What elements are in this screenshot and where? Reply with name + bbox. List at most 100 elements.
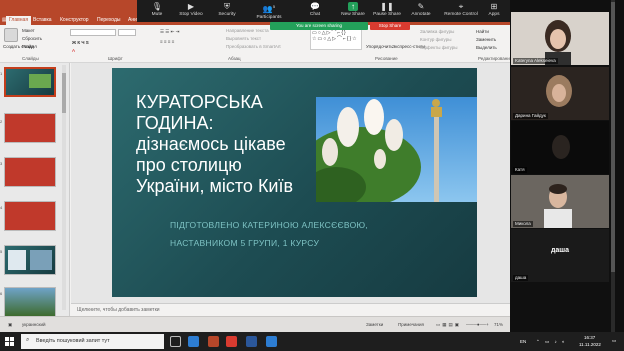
chat-button[interactable]: 💬 Chat: [295, 1, 335, 21]
annotate-button[interactable]: ✎ Annotate: [401, 1, 441, 21]
align-icon[interactable]: ≡ ≡ ≡ ≡: [160, 39, 174, 44]
select-button[interactable]: Выделить: [476, 45, 497, 50]
participant-video-tile[interactable]: Катя: [511, 121, 609, 174]
chat-bubble-icon: 💬: [310, 2, 320, 11]
section-button[interactable]: Раздел: [22, 44, 37, 49]
apps-label: Apps: [488, 12, 500, 17]
text-direction-button[interactable]: Направление текста: [226, 28, 269, 33]
title-line: ГОДИНА:: [136, 113, 214, 133]
language-indicator[interactable]: EN: [520, 339, 526, 344]
participant-video-tile[interactable]: Дарина Гайдук: [511, 67, 609, 120]
zoom-app-icon[interactable]: [188, 336, 199, 347]
screen-sharing-banner: You are screen sharing: [270, 22, 368, 30]
notes-toggle[interactable]: Заметки: [366, 322, 383, 327]
stop-share-button[interactable]: Stop Share: [370, 22, 410, 30]
powerpoint-app-icon[interactable]: [208, 336, 219, 347]
share-arrow-icon: ↑: [348, 2, 358, 11]
thumb-number: 3: [0, 161, 3, 166]
chat-label: Chat: [309, 12, 321, 17]
slide-thumbnail[interactable]: [4, 113, 56, 143]
bullets-icon[interactable]: ☰ ☰ ⇤ ⇥: [160, 29, 179, 35]
participant-video-tile[interactable]: Микола: [511, 175, 609, 228]
view-buttons[interactable]: ▭▦▤▣: [436, 322, 461, 328]
shield-icon: ⛨: [224, 2, 230, 11]
pdf-app-icon[interactable]: [226, 336, 237, 347]
layout-button[interactable]: Макет: [22, 28, 35, 33]
participant-video-tile[interactable]: Kateryna Alekseieva: [511, 12, 609, 65]
tab-insert[interactable]: Вставка: [33, 16, 52, 25]
participant-display-name: даша: [550, 247, 570, 254]
word-app-icon[interactable]: [246, 336, 257, 347]
participant-name: Дарина Гайдук: [513, 113, 548, 119]
find-button[interactable]: Найти: [476, 29, 489, 34]
replace-button[interactable]: Заменить: [476, 37, 496, 42]
zoom-slider[interactable]: —──●──+: [466, 322, 489, 327]
group-font-label: Шрифт: [108, 56, 123, 61]
current-slide[interactable]: КУРАТОРСЬКА ГОДИНА: дізнаємось цікаве пр…: [112, 68, 477, 297]
slide-subtitle[interactable]: ПІДГОТОВЛЕНО КАТЕРИНОЮ АЛЕКСЄЄВОЮ, НАСТА…: [170, 216, 380, 252]
slide-thumbnail[interactable]: [4, 287, 56, 317]
clock-time[interactable]: 16:37: [584, 335, 595, 340]
security-button[interactable]: ⛨ Security: [207, 1, 247, 21]
arrange-button[interactable]: Упорядочить: [366, 44, 393, 49]
slide-canvas: КУРАТОРСЬКА ГОДИНА: дізнаємось цікаве пр…: [71, 63, 510, 303]
tab-design[interactable]: Конструктор: [60, 16, 89, 25]
task-view-icon[interactable]: [170, 336, 181, 347]
tab-home[interactable]: Главная: [6, 16, 32, 25]
apps-grid-icon: ⊞: [490, 2, 498, 11]
bold-icon[interactable]: Ж К Ч S: [72, 40, 89, 45]
thumb-number: 5: [0, 249, 3, 254]
subtitle-line: ПІДГОТОВЛЕНО КАТЕРИНОЮ АЛЕКСЄЄВОЮ,: [170, 220, 369, 230]
participant-gallery: Kateryna Alekseieva Дарина Гайдук Катя М…: [510, 0, 624, 332]
font-color-icon[interactable]: A: [72, 48, 75, 53]
comments-toggle[interactable]: Примечания: [398, 322, 424, 327]
title-line: дізнаємось цікаве: [136, 134, 286, 154]
convert-smartart-button[interactable]: Преобразовать в SmartArt: [226, 44, 281, 49]
clock-date[interactable]: 11.11.2022: [579, 342, 601, 347]
zoom-level[interactable]: 71%: [494, 322, 503, 327]
windows-taskbar: Введіть пошуковий запит тут ⌕ EN ⌃ ▭ ♪ ◐…: [0, 332, 624, 351]
shape-outline-button[interactable]: Контур фигуры: [420, 37, 451, 42]
language-status[interactable]: украинский: [22, 322, 45, 327]
apps-button[interactable]: ⊞ Apps: [479, 1, 509, 21]
status-bar: ▣ украинский Заметки Примечания ▭▦▤▣ —──…: [0, 316, 510, 332]
font-size-input[interactable]: [118, 29, 136, 36]
search-icon: ⌕: [26, 337, 30, 343]
participant-video-tile[interactable]: даша даша: [511, 229, 609, 282]
reset-button[interactable]: Сбросить: [22, 36, 42, 41]
zoom-meeting-toolbar: 🎙 Mute ▶ Stop Video ⛨ Security 👥5 Partic…: [137, 0, 510, 22]
participants-button[interactable]: 👥5 Participants: [249, 1, 289, 21]
shapes-gallery[interactable]: ▭○△▷⌒⌐{}☆▭○△▷⌒⌐{}☆: [310, 28, 362, 50]
new-slide-icon[interactable]: [4, 28, 18, 42]
slide-title[interactable]: КУРАТОРСЬКА ГОДИНА: дізнаємось цікаве пр…: [136, 92, 326, 197]
slide-thumbnail[interactable]: [4, 245, 56, 275]
slide-thumbnail[interactable]: [4, 201, 56, 231]
stop-video-label: Stop Video: [179, 12, 203, 17]
tray-icons[interactable]: ⌃ ▭ ♪ ◐: [536, 339, 567, 345]
video-camera-icon: ▶: [187, 2, 195, 11]
align-text-button[interactable]: Выровнять текст: [226, 36, 261, 41]
font-name-input[interactable]: [70, 29, 116, 36]
slide-thumbnail[interactable]: [4, 157, 56, 187]
slide-thumbnail[interactable]: [4, 67, 56, 97]
windows-start-icon[interactable]: [5, 337, 14, 346]
chestnut-blossom-photo[interactable]: ФЛ: [316, 97, 477, 202]
shape-effects-button[interactable]: Эффекты фигуры: [420, 45, 458, 50]
gallery-scrollbar[interactable]: [611, 0, 615, 332]
tab-transitions[interactable]: Переходы: [97, 16, 120, 25]
screen: ▤ Главная Вставка Конструктор Переходы А…: [0, 0, 624, 351]
slide-view-icon[interactable]: ▣: [8, 322, 12, 328]
stop-video-button[interactable]: ▶ Stop Video: [171, 1, 211, 21]
taskbar-search-input[interactable]: Введіть пошуковий запит тут: [21, 334, 164, 349]
title-line: про столицю: [136, 155, 242, 175]
zoom-app-icon-2[interactable]: [266, 336, 277, 347]
participants-label: Participants: [256, 14, 282, 20]
title-line: КУРАТОРСЬКА: [136, 92, 263, 112]
thumb-number: 4: [0, 205, 3, 210]
notes-pane[interactable]: Щелкните, чтобы добавить заметки: [71, 303, 510, 316]
remote-control-button[interactable]: ⌖ Remote Control: [437, 1, 485, 21]
participant-name: Катя: [513, 167, 527, 173]
thumbnail-scrollbar[interactable]: [62, 65, 66, 310]
shape-fill-button[interactable]: Заливка фигуры: [420, 29, 454, 34]
notifications-icon[interactable]: ▭: [612, 338, 616, 344]
